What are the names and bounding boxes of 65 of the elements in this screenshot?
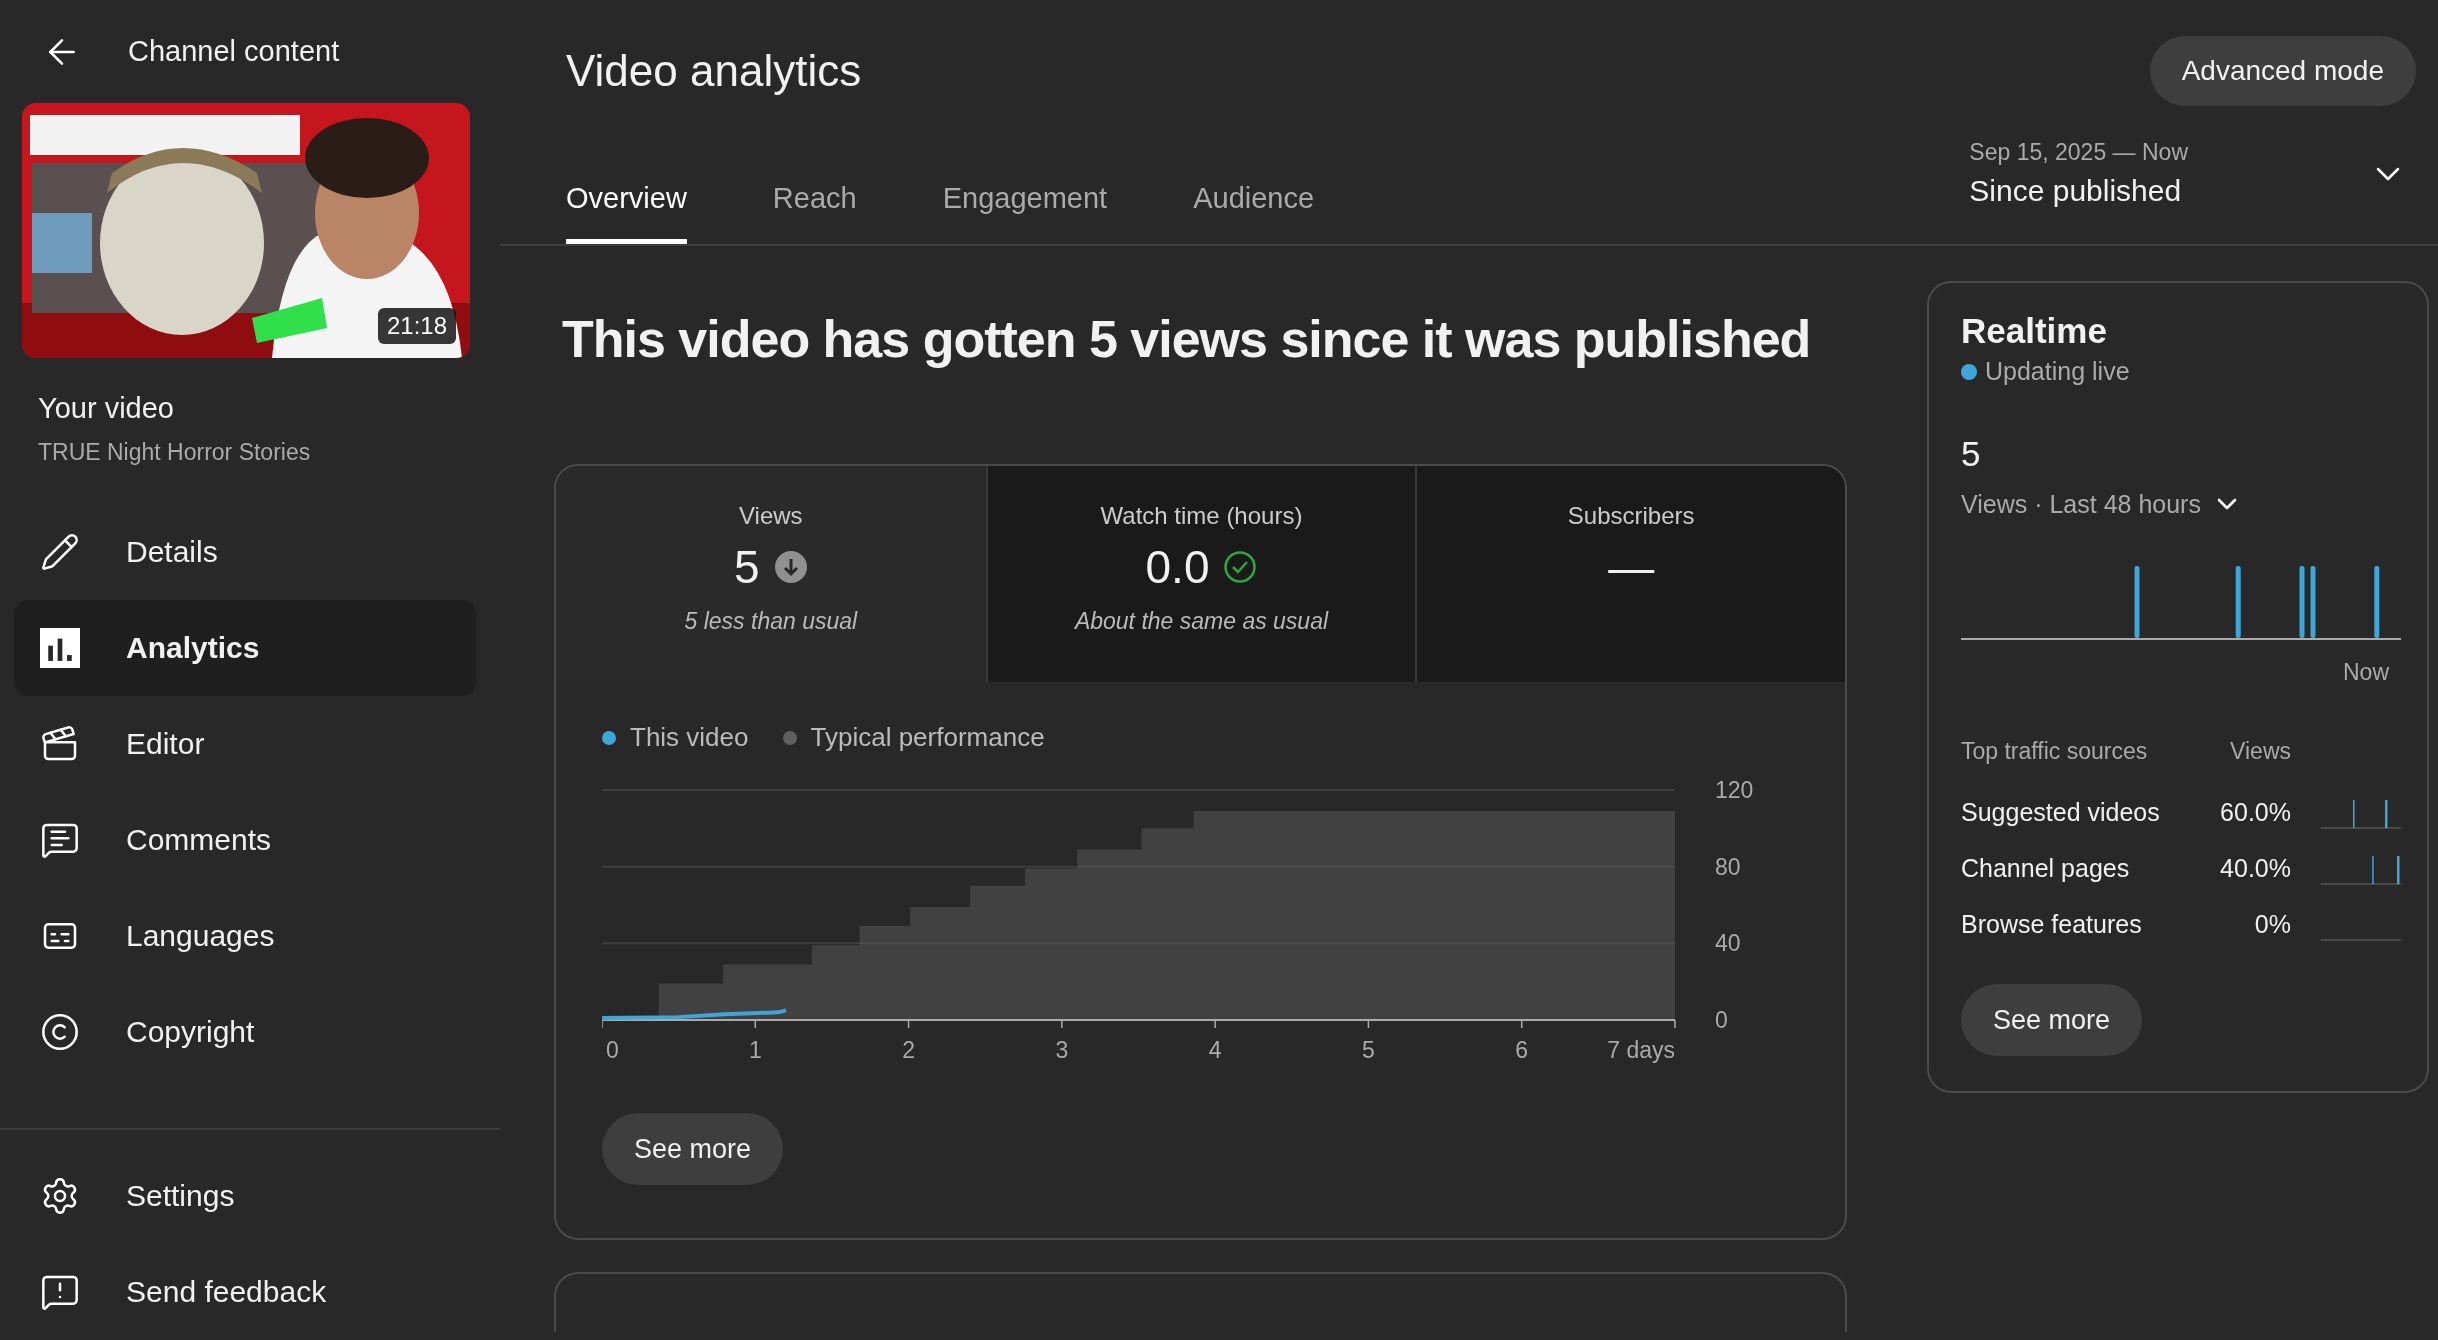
check-circle-icon [1223, 550, 1258, 584]
spark-bar [2385, 800, 2388, 828]
nav-item[interactable]: Copyright [14, 984, 476, 1080]
axis-label: 1 [748, 1037, 762, 1063]
spark-bar [2299, 566, 2305, 638]
nav-item[interactable]: Analytics [14, 600, 476, 696]
see-more-button[interactable]: See more [1961, 984, 2143, 1056]
traffic-share: 0% [2253, 909, 2291, 939]
legend-label: Typical performance [810, 722, 1045, 753]
traffic-source: Channel pages [1961, 853, 2131, 883]
column-header: Views [2229, 738, 2291, 765]
metric-tab[interactable]: Subscribers — [1415, 466, 1845, 682]
metric-tab[interactable]: Watch time (hours) 0.0 About the same as usual [985, 466, 1416, 682]
legend-label: This video [630, 722, 749, 753]
tab[interactable]: Audience [1193, 182, 1315, 244]
nav-item[interactable]: Comments [14, 792, 476, 888]
date-range-label[interactable]: Since published [1969, 174, 2188, 208]
nav-item[interactable]: Send feedback [14, 1244, 476, 1340]
traffic-source: Browse features [1961, 909, 2143, 939]
axis-label: 80 [1715, 853, 1741, 880]
traffic-source: Suggested videos [1961, 797, 2161, 827]
axis-label: 0 [1715, 1007, 1728, 1033]
spark-bar [2134, 566, 2140, 638]
axis-label: 0 [606, 1037, 619, 1063]
spark-bar [2310, 566, 2316, 638]
nav-item[interactable]: Languages [14, 888, 476, 984]
axis-label: 4 [1208, 1037, 1222, 1063]
tab[interactable]: Reach [772, 182, 857, 244]
spark-bar [2235, 566, 2241, 638]
video-label: Your video [38, 392, 175, 425]
pencil-icon [40, 532, 80, 572]
axis-label: Now [2343, 659, 2389, 686]
axis-label: 3 [1055, 1037, 1069, 1063]
live-status: Updating live [1985, 357, 2130, 386]
traffic-share: 40.0% [2219, 853, 2291, 883]
nav-item[interactable]: Details [14, 504, 476, 600]
headline: This video has gotten 5 views since it was published [562, 309, 1812, 369]
realtime-title: Realtime [1961, 311, 2108, 351]
axis-label: 120 [1715, 777, 1754, 803]
arrow-down-icon [773, 550, 808, 584]
tab[interactable]: Overview [566, 182, 687, 244]
axis-label: 6 [1515, 1037, 1529, 1063]
traffic-share: 60.0% [2219, 797, 2291, 827]
column-header: Top traffic sources [1961, 738, 2149, 765]
page-title: Video analytics [566, 46, 862, 96]
spark-bar [2374, 566, 2380, 638]
axis-label: 2 [902, 1037, 915, 1063]
back-label: Channel content [128, 35, 340, 68]
video-title: TRUE Night Horror Stories [38, 439, 312, 466]
copyright-icon [40, 1012, 80, 1052]
advanced-mode-button[interactable]: Advanced mode [2149, 36, 2416, 106]
bar-chart-icon [40, 628, 80, 668]
axis-label: 40 [1715, 930, 1741, 957]
metric-selector[interactable]: Views · Last 48 hours [1961, 488, 2407, 520]
tab[interactable]: Engagement [942, 182, 1108, 244]
nav-item[interactable]: Settings [14, 1148, 476, 1244]
date-range: Sep 15, 2025 — Now [1969, 139, 2188, 166]
realtime-views: 5 [1961, 434, 1982, 474]
spark-bar [2397, 856, 2400, 884]
live-dot-icon [1961, 363, 1977, 380]
see-more-button[interactable]: See more [602, 1113, 784, 1185]
duration-badge: 21:18 [377, 308, 456, 344]
axis-label: 7 days [1607, 1037, 1675, 1063]
nav-item[interactable]: Editor [14, 696, 476, 792]
axis-label: 5 [1362, 1037, 1375, 1063]
